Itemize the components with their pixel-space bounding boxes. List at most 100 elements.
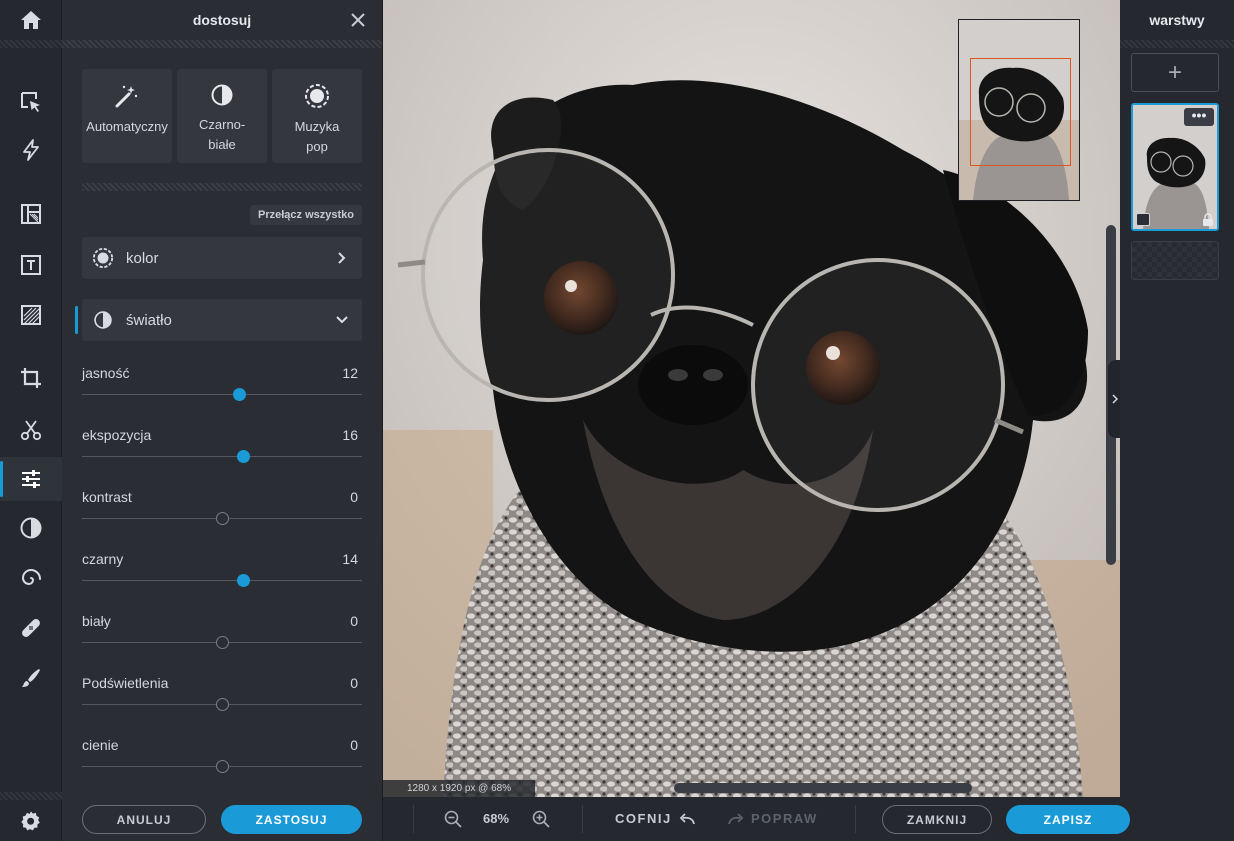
scissors-icon (20, 420, 42, 441)
text-icon (21, 255, 41, 275)
layer-item[interactable]: ••• (1131, 103, 1219, 231)
slider-handle[interactable] (237, 574, 250, 587)
slider-shadows[interactable]: cienie 0 (82, 737, 362, 787)
add-layer-button[interactable]: + (1131, 53, 1219, 92)
texture-tool[interactable] (0, 293, 62, 337)
sliders-icon (22, 470, 40, 488)
gear-flower-icon (305, 84, 329, 108)
undo-icon (679, 812, 695, 824)
cutout-tool[interactable] (0, 408, 62, 452)
layer-more-button[interactable]: ••• (1184, 108, 1214, 126)
section-color[interactable]: kolor (82, 237, 362, 279)
preset-pop-music[interactable]: Muzyka pop (272, 69, 362, 163)
bottom-toolbar: 68% COFNIJ POPRAW ZAMKNIJ ZAPISZ (383, 797, 1234, 841)
rail-divider (0, 792, 62, 800)
slider-value: 0 (350, 675, 358, 691)
slider-handle[interactable] (237, 450, 250, 463)
slider-value: 0 (350, 613, 358, 629)
effects-tool[interactable] (0, 556, 62, 600)
slider-handle[interactable] (216, 760, 229, 773)
slider-label: czarny (82, 551, 124, 567)
slider-exposure[interactable]: ekspozycja 16 (82, 427, 362, 477)
horizontal-scrollbar[interactable] (674, 783, 972, 793)
tool-rail (0, 0, 62, 841)
panel-title: dostosuj (192, 12, 252, 28)
select-tool[interactable] (0, 80, 62, 124)
home-button[interactable] (0, 0, 62, 40)
color-wheel-icon (92, 247, 114, 269)
draw-tool[interactable] (0, 656, 62, 700)
lock-icon[interactable] (1202, 213, 1214, 226)
slider-track[interactable] (82, 580, 362, 581)
slider-value: 0 (350, 489, 358, 505)
filters-tool[interactable] (0, 506, 62, 550)
cursor-select-icon (21, 92, 40, 112)
slider-label: biały (82, 613, 111, 629)
slider-blacks[interactable]: czarny 14 (82, 551, 362, 601)
slider-label: cienie (82, 737, 119, 753)
slider-value: 0 (350, 737, 358, 753)
preset-black-white[interactable]: Czarno-białe (177, 69, 267, 163)
slider-track[interactable] (82, 394, 362, 395)
slider-handle[interactable] (216, 512, 229, 525)
section-light-label: światło (126, 311, 172, 329)
toggle-all-button[interactable]: Przełącz wszystko (250, 205, 362, 225)
slider-handle[interactable] (216, 636, 229, 649)
slider-handle[interactable] (232, 388, 246, 401)
zoom-out-icon[interactable] (443, 809, 463, 829)
slider-brightness[interactable]: jasność 12 (82, 365, 362, 415)
save-button[interactable]: ZAPISZ (1006, 805, 1130, 834)
presets-divider (82, 183, 362, 191)
gear-icon (21, 810, 40, 830)
slider-value: 14 (342, 551, 358, 567)
section-light[interactable]: światło (82, 299, 362, 341)
text-tool[interactable] (0, 243, 62, 287)
navigator-minimap[interactable] (958, 19, 1080, 201)
image-dimensions: 1280 x 1920 px @ 68% (383, 780, 536, 797)
close-panel-button[interactable] (348, 10, 368, 30)
apply-button[interactable]: ZASTOSUJ (221, 805, 362, 834)
adjust-tool[interactable] (0, 457, 62, 501)
redo-button[interactable]: POPRAW (727, 811, 818, 826)
layout-tool[interactable] (0, 192, 62, 236)
slider-contrast[interactable]: kontrast 0 (82, 489, 362, 539)
layout-icon (21, 204, 41, 224)
zoom-level: 68% (483, 811, 510, 826)
settings-button[interactable] (0, 800, 62, 841)
crop-icon (21, 368, 41, 388)
preset-auto[interactable]: Automatyczny (82, 69, 172, 163)
preset-list: Automatyczny Czarno-białe Muzyka pop (82, 69, 362, 163)
slider-label: Podświetlenia (82, 675, 169, 691)
active-section-marker (75, 306, 78, 334)
zoom-in-icon[interactable] (531, 809, 551, 829)
undo-button[interactable]: COFNIJ (615, 811, 696, 826)
crop-tool[interactable] (0, 356, 62, 400)
slider-whites[interactable]: biały 0 (82, 613, 362, 663)
home-icon (21, 11, 41, 29)
section-color-label: kolor (126, 249, 159, 267)
adjust-panel: dostosuj Automatyczny Czarno-białe Muzyk… (62, 0, 383, 841)
close-editor-button[interactable]: ZAMKNIJ (882, 805, 992, 834)
slider-handle[interactable] (216, 698, 229, 711)
viewport-frame[interactable] (970, 58, 1071, 166)
contrast-icon (211, 84, 233, 106)
photo-editor: dostosuj Automatyczny Czarno-białe Muzyk… (0, 0, 1234, 841)
slider-label: ekspozycja (82, 427, 152, 443)
slider-label: kontrast (82, 489, 132, 505)
slider-track[interactable] (82, 456, 362, 457)
slider-highlights[interactable]: Podświetlenia 0 (82, 675, 362, 725)
retouch-tool[interactable] (0, 606, 62, 650)
chevron-right-icon (1112, 394, 1118, 404)
toolbar-separator (413, 805, 414, 833)
half-circle-icon (20, 517, 42, 539)
texture-icon (21, 305, 41, 325)
slider-label: jasność (82, 365, 130, 381)
cancel-button[interactable]: ANULUJ (82, 805, 206, 834)
rail-divider (0, 40, 62, 48)
chevron-right-icon (332, 248, 352, 268)
quick-actions-tool[interactable] (0, 128, 62, 172)
redo-icon (728, 812, 744, 824)
toolbar-separator (855, 805, 856, 833)
empty-layer-slot[interactable] (1131, 241, 1219, 280)
layers-divider (1120, 40, 1234, 48)
